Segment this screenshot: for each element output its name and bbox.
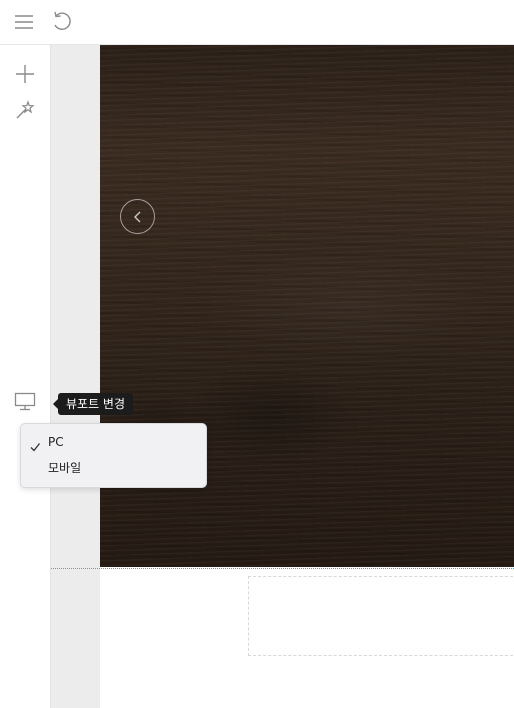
canvas-gutter xyxy=(51,45,100,708)
chevron-left-icon[interactable] xyxy=(120,199,155,234)
empty-section-placeholder[interactable] xyxy=(248,576,513,656)
magic-wand-icon[interactable] xyxy=(12,97,38,123)
tooltip-text: 뷰포트 변경 xyxy=(66,397,126,411)
left-sidebar xyxy=(0,45,51,708)
hamburger-menu-icon[interactable] xyxy=(11,9,37,35)
plus-icon[interactable] xyxy=(12,61,38,87)
section-guide-line xyxy=(51,568,514,569)
viewport-tooltip: 뷰포트 변경 xyxy=(52,393,134,415)
checkmark-icon xyxy=(29,436,41,452)
viewport-dropdown: PC 모바일 xyxy=(20,423,207,488)
viewport-option-mobile[interactable]: 모바일 xyxy=(21,455,206,481)
hero-slide-image[interactable] xyxy=(100,45,514,567)
undo-icon[interactable] xyxy=(49,9,75,35)
top-toolbar xyxy=(0,0,514,45)
viewport-option-label: 모바일 xyxy=(48,461,82,475)
monitor-icon[interactable] xyxy=(12,389,38,415)
viewport-option-label: PC xyxy=(48,435,64,449)
viewport-option-pc[interactable]: PC xyxy=(21,429,206,455)
